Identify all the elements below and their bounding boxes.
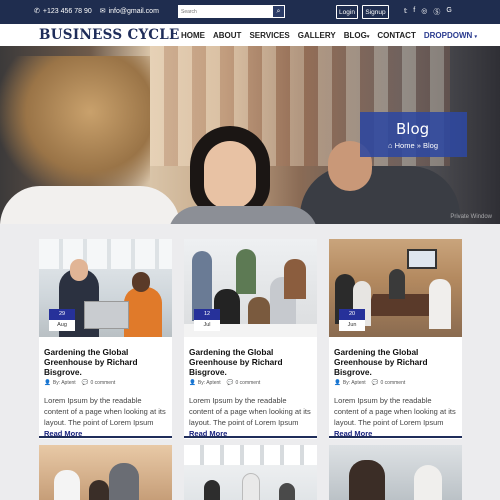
blog-card-image[interactable] [329, 445, 462, 500]
breadcrumb: ⌂ Home » Blog [388, 141, 438, 150]
envelope-icon: ✉ [99, 8, 106, 15]
blog-card: 20 Jun Gardening the Global Greenhouse b… [329, 239, 462, 439]
breadcrumb-home[interactable]: Home [395, 141, 415, 150]
post-excerpt-text: Lorem Ipsum by the readable content of a… [189, 396, 311, 427]
comment-icon: 💬 [81, 380, 89, 386]
phone-number: +123 456 78 90 [42, 8, 92, 15]
skype-icon[interactable]: Ⓢ [433, 7, 440, 17]
breadcrumb-separator: » [416, 141, 421, 150]
email-contact[interactable]: ✉ info@gmail.com [100, 7, 159, 15]
post-meta: 👤 By: Aptent 💬 0 comment [334, 380, 405, 386]
author-name: By: Aptent [342, 380, 366, 386]
post-date-badge: 29 Aug [49, 309, 75, 331]
author-name: By: Aptent [52, 380, 76, 386]
post-excerpt-text: Lorem Ipsum by the readable content of a… [44, 396, 166, 427]
page-title: Blog [396, 120, 430, 138]
phone-contact[interactable]: ✆ +123 456 78 90 [34, 7, 92, 15]
breadcrumb-current: Blog [423, 141, 439, 150]
card-bottom-border [329, 436, 462, 438]
user-icon: 👤 [334, 380, 341, 386]
blog-card: 29 Aug Gardening the Global Greenhouse b… [39, 239, 172, 439]
post-meta: 👤 By: Aptent 💬 0 comment [44, 380, 115, 386]
google-plus-icon[interactable]: G [446, 7, 451, 17]
user-icon: 👤 [44, 380, 51, 386]
post-day: 20 [339, 309, 365, 320]
hero-person-left [0, 56, 150, 196]
comment-count: 0 comment [235, 380, 261, 386]
hero-banner: Private Window Blog ⌂ Home » Blog [0, 46, 500, 224]
brand-logo[interactable]: BUSINESS CYCLE [39, 27, 180, 43]
search-input[interactable] [178, 5, 272, 18]
blog-card-image[interactable] [39, 445, 172, 500]
page-title-box: Blog ⌂ Home » Blog [360, 112, 467, 157]
post-date-badge: 12 Jul [194, 309, 220, 331]
post-excerpt-text: Lorem Ipsum by the readable content of a… [334, 396, 456, 427]
instagram-icon[interactable]: ◎ [421, 7, 427, 17]
twitter-icon[interactable]: 𝕥 [404, 7, 407, 17]
post-author[interactable]: 👤 By: Aptent [334, 380, 366, 386]
hero-person-right-body [300, 166, 460, 224]
post-day: 12 [194, 309, 220, 320]
caret-down-icon: ▾ [366, 34, 370, 40]
post-comments[interactable]: 💬 0 comment [82, 380, 116, 386]
blog-card-image[interactable] [184, 445, 317, 500]
main-menu: HOME ABOUT SERVICES GALLERY BLOG▾ CONTAC… [181, 31, 477, 40]
post-comments[interactable]: 💬 0 comment [227, 380, 261, 386]
post-title[interactable]: Gardening the Global Greenhouse by Richa… [334, 347, 458, 377]
post-author[interactable]: 👤 By: Aptent [44, 380, 76, 386]
hero-person-center [204, 141, 256, 209]
post-date-badge: 20 Jun [339, 309, 365, 331]
post-title[interactable]: Gardening the Global Greenhouse by Richa… [189, 347, 313, 377]
blog-card: 12 Jul Gardening the Global Greenhouse b… [184, 239, 317, 439]
home-icon: ⌂ [388, 141, 393, 150]
post-title[interactable]: Gardening the Global Greenhouse by Richa… [44, 347, 168, 377]
nav-gallery[interactable]: GALLERY [298, 31, 336, 40]
main-navbar: BUSINESS CYCLE HOME ABOUT SERVICES GALLE… [0, 24, 500, 46]
hero-person-center-body [168, 206, 318, 224]
post-meta: 👤 By: Aptent 💬 0 comment [189, 380, 260, 386]
post-month: Aug [49, 320, 75, 331]
signup-button[interactable]: Signup [362, 5, 389, 19]
post-day: 29 [49, 309, 75, 320]
comment-icon: 💬 [226, 380, 234, 386]
nav-blog-label: BLOG [343, 31, 367, 40]
post-month: Jun [339, 320, 365, 331]
author-name: By: Aptent [197, 380, 221, 386]
comment-count: 0 comment [90, 380, 116, 386]
post-excerpt: Lorem Ipsum by the readable content of a… [334, 395, 458, 439]
facebook-icon[interactable]: f [413, 7, 415, 17]
nav-dropdown-label: DROPDOWN [423, 31, 473, 40]
post-month: Jul [194, 320, 220, 331]
email-address: info@gmail.com [108, 8, 159, 15]
private-window-watermark: Private Window [450, 214, 492, 220]
post-comments[interactable]: 💬 0 comment [372, 380, 406, 386]
post-excerpt: Lorem Ipsum by the readable content of a… [189, 395, 313, 439]
comment-icon: 💬 [371, 380, 379, 386]
comment-count: 0 comment [380, 380, 406, 386]
post-excerpt: Lorem Ipsum by the readable content of a… [44, 395, 168, 439]
user-icon: 👤 [189, 380, 196, 386]
search-icon: ⌕ [276, 7, 281, 15]
caret-down-icon: ▾ [474, 34, 478, 40]
card-bottom-border [39, 436, 172, 438]
card-bottom-border [184, 436, 317, 438]
hero-person-left-body [0, 186, 180, 224]
nav-about[interactable]: ABOUT [213, 31, 241, 40]
nav-home[interactable]: HOME [181, 31, 205, 40]
nav-contact[interactable]: CONTACT [377, 31, 416, 40]
contact-info: ✆ +123 456 78 90 ✉ info@gmail.com [34, 7, 159, 15]
nav-dropdown[interactable]: DROPDOWN ▾ [424, 31, 477, 40]
search-button[interactable]: ⌕ [272, 5, 285, 18]
social-links: 𝕥 f ◎ Ⓢ G [404, 7, 452, 17]
phone-icon: ✆ [34, 8, 40, 15]
nav-blog[interactable]: BLOG▾ [344, 31, 370, 40]
nav-services[interactable]: SERVICES [249, 31, 289, 40]
login-button[interactable]: Login [336, 5, 358, 19]
top-bar: ✆+123 456 78 90 ✉info@gmail.com ⌕ Login … [0, 0, 500, 24]
post-author[interactable]: 👤 By: Aptent [189, 380, 221, 386]
